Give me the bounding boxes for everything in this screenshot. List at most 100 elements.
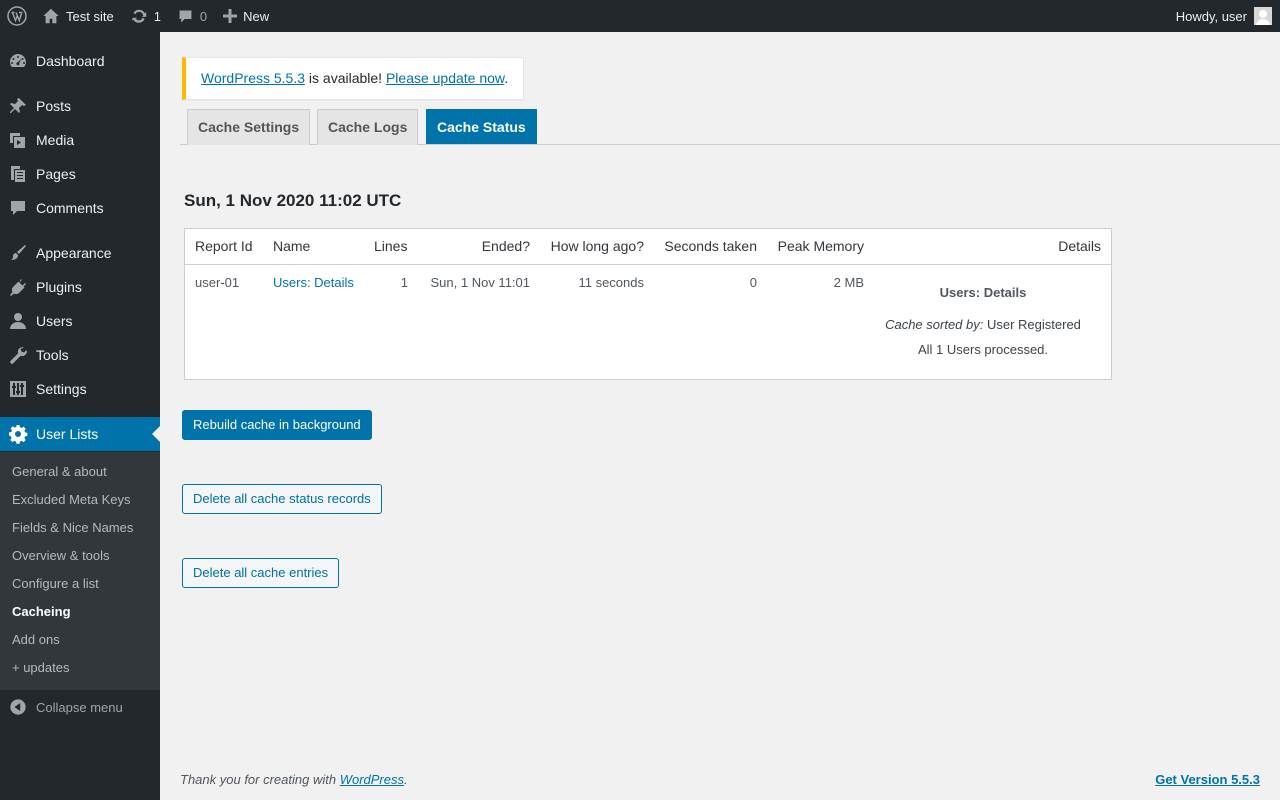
menu-dashboard[interactable]: Dashboard	[0, 44, 160, 78]
cell-seconds-taken: 0	[749, 275, 757, 290]
gear-icon	[9, 425, 28, 444]
greeting: Howdy, user	[1175, 8, 1247, 24]
menu-tools[interactable]: Tools	[0, 338, 160, 372]
site-name-link[interactable]: Test site	[34, 0, 122, 32]
wrench-icon	[10, 347, 27, 364]
comments-link[interactable]: 0	[169, 0, 215, 32]
submenu-configure-list[interactable]: Configure a list	[12, 576, 99, 591]
report-name-link[interactable]: Users: Details	[273, 275, 354, 290]
menu-posts[interactable]: Posts	[0, 89, 160, 123]
refresh-icon	[131, 9, 146, 23]
paintbrush-icon	[11, 245, 26, 260]
submenu-fields-nice-names[interactable]: Fields & Nice Names	[12, 520, 133, 535]
footer-period: .	[404, 772, 408, 787]
menu-label: Media	[36, 132, 75, 148]
cell-peak-memory: 2 MB	[833, 275, 864, 290]
cache-status-table: Report Id Name Lines Ended? How long ago…	[184, 228, 1112, 380]
footer-thanks: Thank you for creating with WordPress.	[180, 772, 408, 787]
tab-cache-status[interactable]: Cache Status	[426, 109, 537, 144]
updates-count: 1	[153, 8, 161, 24]
menu-settings[interactable]: Settings	[0, 372, 160, 406]
tab-cache-logs[interactable]: Cache Logs	[317, 109, 419, 145]
update-now-link[interactable]: Please update now	[386, 70, 504, 86]
menu-comments[interactable]: Comments	[0, 191, 160, 225]
submenu-overview-tools[interactable]: Overview & tools	[12, 548, 110, 563]
user-icon	[10, 313, 26, 329]
menu-appearance[interactable]: Appearance	[0, 236, 160, 270]
collapse-arrow-icon	[10, 699, 26, 715]
footer-version-link[interactable]: Get Version 5.5.3	[1155, 772, 1260, 787]
footer-thanks-text: Thank you for creating with	[180, 772, 340, 787]
delete-cache-entries-button[interactable]: Delete all cache entries	[182, 558, 340, 588]
comment-icon	[11, 201, 25, 215]
submenu-general-about[interactable]: General & about	[12, 464, 107, 479]
menu-media[interactable]: Media	[0, 123, 160, 157]
menu-label: Posts	[36, 98, 72, 114]
menu-label: Dashboard	[36, 53, 105, 69]
header-name: Name	[273, 238, 311, 254]
menu-user-lists[interactable]: User Lists	[0, 417, 160, 451]
cell-report-id: user-01	[195, 275, 240, 290]
dashboard-icon	[10, 54, 26, 67]
notice-end: .	[504, 70, 509, 86]
submenu-excluded-meta-keys[interactable]: Excluded Meta Keys	[12, 492, 131, 507]
cell-ended: Sun, 1 Nov 11:01	[430, 275, 531, 290]
rebuild-cache-button[interactable]: Rebuild cache in background	[182, 410, 372, 440]
header-ended: Ended?	[481, 238, 530, 254]
notice-text: is available!	[305, 70, 386, 86]
cell-how-long-ago: 11 seconds	[578, 275, 644, 290]
header-lines: Lines	[374, 238, 408, 254]
details-sorted-by: Cache sorted by: User Registered	[875, 317, 1091, 332]
cell-details: Users: Details Cache sorted by: User Reg…	[875, 285, 1091, 357]
menu-label: Pages	[36, 166, 76, 182]
comments-count: 0	[199, 8, 208, 24]
header-details: Details	[1058, 238, 1101, 254]
main-content: WordPress 5.5.3 is available! Please upd…	[160, 32, 1280, 800]
admin-bar: Test site 1 0 New Howdy, user	[0, 0, 1280, 32]
details-processed: All 1 Users processed.	[917, 342, 1049, 357]
status-timestamp: Sun, 1 Nov 2020 11:02 UTC	[184, 191, 402, 210]
menu-label: Comments	[36, 200, 104, 216]
media-icon	[10, 133, 25, 148]
wordpress-logo-icon[interactable]	[0, 0, 34, 32]
admin-sidebar: Dashboard Posts Media Pages Comments App…	[0, 32, 160, 800]
tab-cache-settings[interactable]: Cache Settings	[187, 109, 311, 145]
new-label: New	[243, 8, 270, 24]
menu-plugins[interactable]: Plugins	[0, 270, 160, 304]
cell-name: Users: Details	[273, 275, 354, 290]
menu-pages[interactable]: Pages	[0, 157, 160, 191]
update-notice: WordPress 5.5.3 is available! Please upd…	[182, 57, 524, 100]
updates-link[interactable]: 1	[122, 0, 169, 32]
table-header-divider	[185, 264, 1111, 265]
menu-label: Plugins	[36, 279, 82, 295]
menu-users[interactable]: Users	[0, 304, 160, 338]
menu-label: Settings	[36, 381, 87, 397]
menu-label: Users	[36, 313, 73, 329]
submenu-cacheing[interactable]: Cacheing	[12, 604, 71, 619]
avatar	[1254, 7, 1272, 25]
cell-lines: 1	[400, 275, 408, 290]
nav-tabs: Cache Settings Cache Logs Cache Status	[180, 109, 1280, 145]
menu-label: Appearance	[36, 245, 112, 261]
pages-icon	[11, 166, 25, 182]
my-account[interactable]: Howdy, user	[1168, 0, 1280, 32]
collapse-label: Collapse menu	[36, 699, 123, 715]
footer-wordpress-link[interactable]: WordPress	[340, 772, 404, 787]
site-name: Test site	[66, 8, 114, 24]
plus-icon	[223, 9, 238, 23]
wordpress-version-link[interactable]: WordPress 5.5.3	[201, 70, 305, 86]
comment-icon	[179, 10, 192, 22]
delete-status-records-button[interactable]: Delete all cache status records	[182, 484, 382, 514]
sorted-by-label: Cache sorted by:	[885, 317, 984, 332]
submenu-updates[interactable]: + updates	[12, 660, 69, 675]
header-seconds-taken: Seconds taken	[664, 238, 757, 254]
pushpin-icon	[10, 98, 26, 113]
menu-label: User Lists	[36, 426, 99, 442]
sliders-icon	[10, 381, 26, 397]
new-content-link[interactable]: New	[215, 0, 277, 32]
home-icon	[43, 8, 59, 24]
collapse-menu-button[interactable]: Collapse menu	[0, 690, 160, 724]
menu-label: Tools	[36, 347, 69, 363]
user-lists-submenu: General & about Excluded Meta Keys Field…	[0, 452, 160, 690]
submenu-add-ons[interactable]: Add ons	[12, 632, 60, 647]
